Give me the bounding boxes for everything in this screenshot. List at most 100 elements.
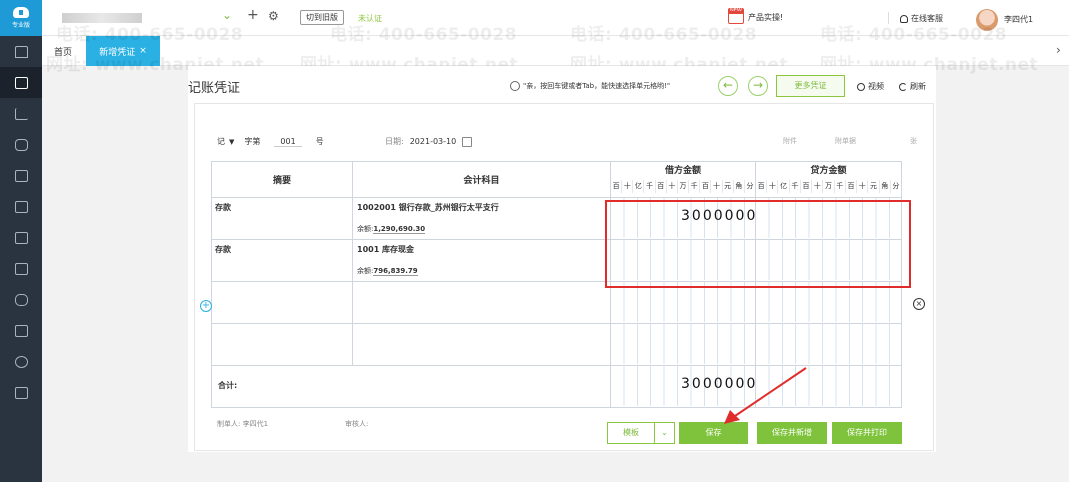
headset-icon	[900, 14, 908, 23]
next-voucher-button[interactable]: →	[748, 76, 768, 96]
report-icon	[14, 200, 28, 213]
debit-digit-header: 百十亿千百十万千百十元角分	[611, 180, 755, 193]
account-cell[interactable]: 1002001 银行存款_苏州银行太平支行 余额:1,290,690.30	[352, 197, 611, 240]
sidebar-item-ledger[interactable]	[0, 160, 42, 191]
prev-voucher-button[interactable]: ←	[718, 76, 738, 96]
refresh-label: 刷新	[910, 82, 926, 91]
account-balance: 余额:1,290,690.30	[357, 225, 426, 234]
delete-row-icon[interactable]: ×	[913, 298, 925, 310]
play-icon	[857, 82, 865, 91]
page-title: 记账凭证	[188, 81, 241, 96]
chevron-down-icon[interactable]: ⌄	[222, 8, 232, 22]
box-icon	[14, 231, 28, 244]
unverified-status[interactable]: 未认证	[358, 13, 382, 24]
account-cell[interactable]	[352, 281, 611, 324]
video-link[interactable]: 视频	[857, 81, 884, 92]
close-icon[interactable]: ×	[139, 46, 147, 56]
keyboard-hint-text: "亲，按回车键或者Tab，能快速选择单元格哟!"	[523, 82, 671, 90]
voucher-number-input[interactable]: 001	[274, 137, 302, 147]
sidebar-item-voucher[interactable]	[0, 67, 42, 98]
more-vouchers-button[interactable]: 更多凭证	[776, 75, 845, 97]
username[interactable]: 李四代1	[1004, 14, 1033, 25]
highlight-annotation-box	[605, 200, 911, 288]
zi-label: 字第	[244, 137, 261, 146]
video-label: 视频	[868, 82, 884, 91]
annotation-arrow	[724, 367, 807, 424]
date-input[interactable]: 2021-03-10	[410, 137, 457, 146]
account-cell[interactable]: 1001 库存现金 余额:796,839.79	[352, 239, 611, 282]
top-bar: ⌄ + ⚙ 切到旧版 未认证 NEW 产品实操! 在线客服 李四代1	[42, 0, 1069, 36]
credit-header-label: 贷方金额	[810, 166, 847, 176]
cloud-logo-icon	[13, 7, 29, 18]
sidebar-item-box[interactable]	[0, 222, 42, 253]
voucher-word-select[interactable]: 记	[217, 136, 225, 147]
debit-cell[interactable]	[610, 323, 756, 366]
online-service-link[interactable]: 在线客服	[900, 13, 943, 24]
credit-cell[interactable]	[755, 323, 902, 366]
switch-old-version-button[interactable]: 切到旧版	[300, 10, 344, 25]
logo-label: 专业版	[11, 22, 30, 29]
tab-new-voucher-label: 新增凭证	[99, 47, 136, 58]
home-icon	[14, 45, 28, 58]
keyboard-hint: "亲，按回车键或者Tab，能快速选择单元格哟!"	[510, 81, 670, 91]
save-and-print-button[interactable]: 保存并打印	[832, 422, 902, 444]
sidebar-item-tax[interactable]	[0, 315, 42, 346]
account-balance: 余额:796,839.79	[357, 267, 418, 276]
voucher-form: 记 ▼ 字第 001 号 日期: 2021-03-10 附件 附单据 张 摘要 …	[194, 103, 934, 451]
sidebar-item-asset[interactable]	[0, 253, 42, 284]
debit-header-label: 借方金额	[664, 166, 701, 176]
caret-down-icon[interactable]: ▼	[229, 138, 234, 146]
attachment-unit-label: 张	[910, 137, 917, 145]
refresh-icon	[899, 82, 907, 91]
sidebar-item-media[interactable]	[0, 377, 42, 408]
gear-icon[interactable]: ⚙	[268, 9, 279, 23]
tab-new-voucher[interactable]: 新增凭证 ×	[86, 36, 160, 66]
avatar[interactable]	[976, 9, 998, 31]
chevron-down-icon[interactable]: ⌄	[654, 423, 674, 443]
sidebar-item-chart[interactable]	[0, 98, 42, 129]
sidebar-item-stack[interactable]	[0, 284, 42, 315]
sidebar-item-money[interactable]	[0, 129, 42, 160]
summary-cell[interactable]	[211, 323, 353, 366]
left-sidebar: 专业版	[0, 0, 42, 482]
attachment-link[interactable]: 附件	[783, 136, 797, 146]
table-row	[211, 323, 902, 366]
date-label: 日期:	[385, 137, 404, 146]
account-cell[interactable]	[352, 323, 611, 366]
sidebar-item-home[interactable]	[0, 36, 42, 67]
stack-icon	[14, 293, 28, 306]
column-header-summary: 摘要	[211, 161, 353, 198]
tax-icon	[14, 324, 28, 337]
blurred-company-name	[62, 13, 142, 23]
summary-cell[interactable]: 存款	[211, 197, 353, 240]
account-name: 1002001 银行存款_苏州银行太平支行	[357, 203, 499, 212]
tab-bar: 首页 新增凭证 × ›	[42, 36, 1069, 66]
hao-label: 号	[315, 137, 324, 146]
sidebar-item-report[interactable]	[0, 191, 42, 222]
settings-icon	[14, 355, 28, 368]
chart-icon	[14, 107, 28, 120]
template-button[interactable]: 模板 ⌄	[607, 422, 675, 444]
date-block: 日期: 2021-03-10	[385, 136, 473, 147]
column-header-credit: 贷方金额 百十亿千百十万千百十元角分	[755, 161, 902, 198]
app-logo[interactable]: 专业版	[0, 0, 42, 36]
add-row-icon[interactable]: +	[200, 300, 212, 312]
summary-cell[interactable]: 存款	[211, 239, 353, 282]
calendar-icon[interactable]	[462, 136, 473, 147]
credit-digit-header: 百十亿千百十万千百十元角分	[756, 180, 901, 193]
maker-label: 制单人: 李四代1	[217, 420, 269, 428]
sidebar-item-settings[interactable]	[0, 346, 42, 377]
product-demo-link[interactable]: 产品实操!	[728, 11, 783, 24]
add-icon[interactable]: +	[247, 7, 259, 23]
money-bag-icon	[14, 138, 28, 151]
chevron-right-icon[interactable]: ›	[1056, 43, 1061, 57]
refresh-link[interactable]: 刷新	[899, 81, 926, 92]
summary-cell[interactable]	[211, 281, 353, 324]
keyboard-icon	[510, 81, 520, 91]
asset-icon	[14, 262, 28, 275]
attachment-count-label: 附单据	[835, 137, 856, 145]
product-demo-label: 产品实操!	[748, 13, 784, 22]
column-header-account: 会计科目	[352, 161, 611, 198]
ledger-icon	[14, 169, 28, 182]
tab-home[interactable]: 首页	[54, 45, 72, 58]
